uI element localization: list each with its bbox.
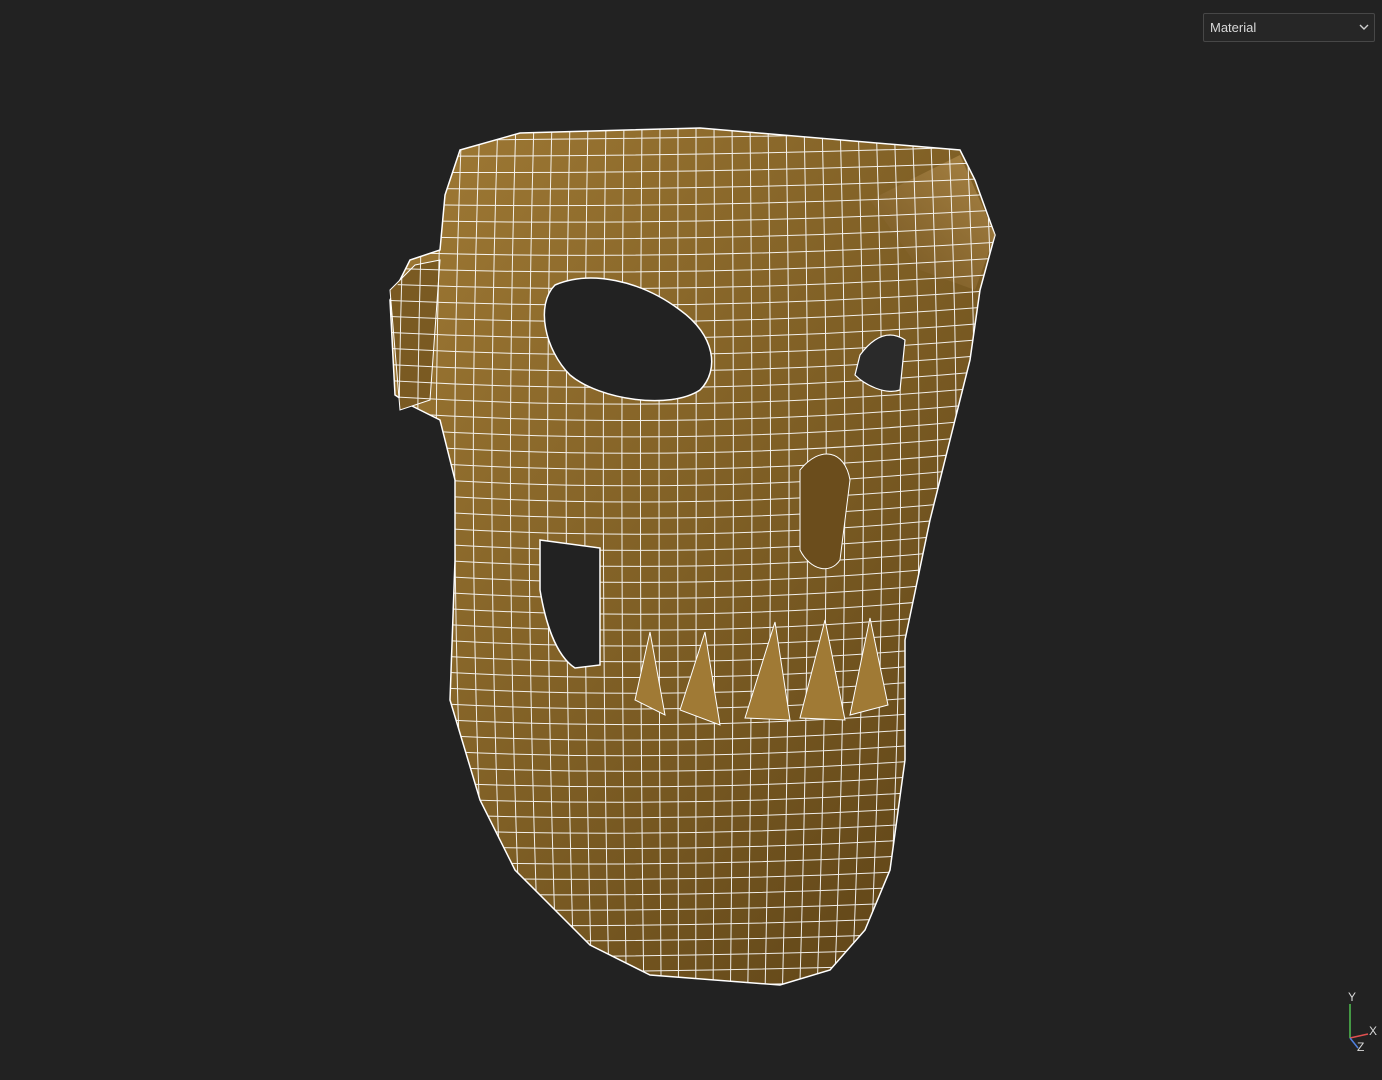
mesh-edge-row: [390, 977, 995, 985]
axis-z-label: Z: [1357, 1040, 1365, 1054]
chevron-down-icon: [1359, 24, 1369, 30]
3d-viewport[interactable]: Material Y X Z: [0, 0, 1382, 1080]
mesh-edge-column: [398, 128, 420, 985]
mask-body: [389, 127, 996, 986]
shading-mode-value: Material: [1210, 20, 1257, 35]
axis-x-label: X: [1369, 1024, 1378, 1038]
axis-y-label: Y: [1348, 990, 1357, 1004]
mesh-edge-column: [390, 128, 403, 985]
skull-mask-model[interactable]: [0, 0, 1382, 1080]
shading-mode-select[interactable]: Material: [1203, 13, 1375, 42]
axis-gizmo[interactable]: Y X Z: [1336, 990, 1382, 1060]
